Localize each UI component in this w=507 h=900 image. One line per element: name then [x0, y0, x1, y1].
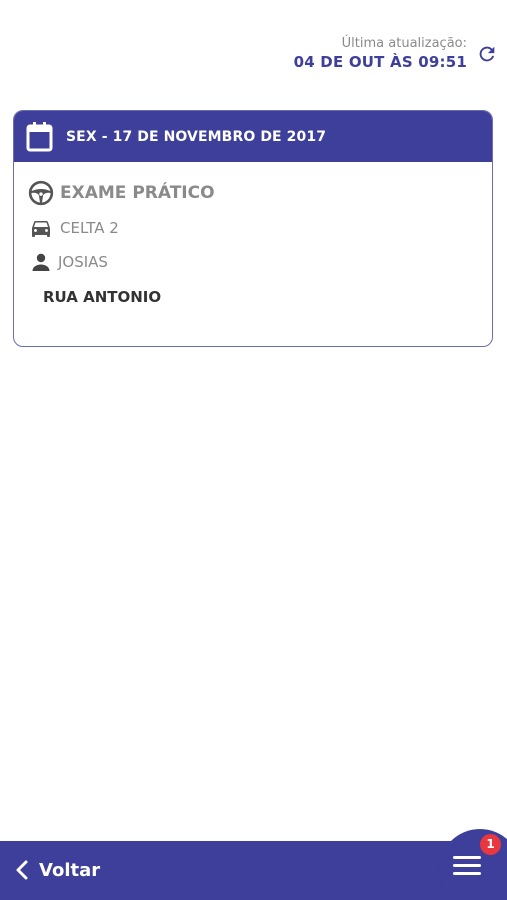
- back-label: Voltar: [39, 859, 101, 881]
- chevron-left-icon: [16, 860, 28, 880]
- hamburger-menu-icon: [453, 856, 481, 875]
- calendar-icon: [26, 121, 53, 151]
- card-header: SEX - 17 DE NOVEMBRO DE 2017: [14, 111, 492, 162]
- refresh-icon[interactable]: [476, 43, 498, 65]
- card-date: SEX - 17 DE NOVEMBRO DE 2017: [66, 128, 327, 145]
- car-icon: [32, 221, 50, 237]
- instructor-row: JOSIAS: [28, 250, 108, 274]
- bottom-bar: Voltar: [0, 841, 507, 900]
- schedule-card[interactable]: SEX - 17 DE NOVEMBRO DE 2017 EXAME PRÁTI…: [13, 110, 493, 347]
- steering-wheel-icon: [28, 180, 54, 206]
- vehicle-row: CELTA 2: [28, 216, 119, 240]
- last-update: Última atualização: 04 DE OUT ÀS 09:51: [294, 36, 467, 72]
- instructor-name: JOSIAS: [58, 253, 108, 271]
- last-update-value: 04 DE OUT ÀS 09:51: [293, 53, 467, 71]
- last-update-label: Última atualização:: [341, 36, 467, 51]
- person-icon: [32, 253, 50, 271]
- back-button[interactable]: Voltar: [14, 855, 100, 885]
- address: RUA ANTONIO: [43, 288, 162, 306]
- exam-row: EXAME PRÁTICO: [28, 180, 215, 206]
- notification-badge: 1: [480, 834, 501, 855]
- vehicle-name: CELTA 2: [60, 219, 119, 237]
- exam-type: EXAME PRÁTICO: [60, 183, 215, 203]
- screen: Última atualização: 04 DE OUT ÀS 09:51 S…: [0, 0, 507, 900]
